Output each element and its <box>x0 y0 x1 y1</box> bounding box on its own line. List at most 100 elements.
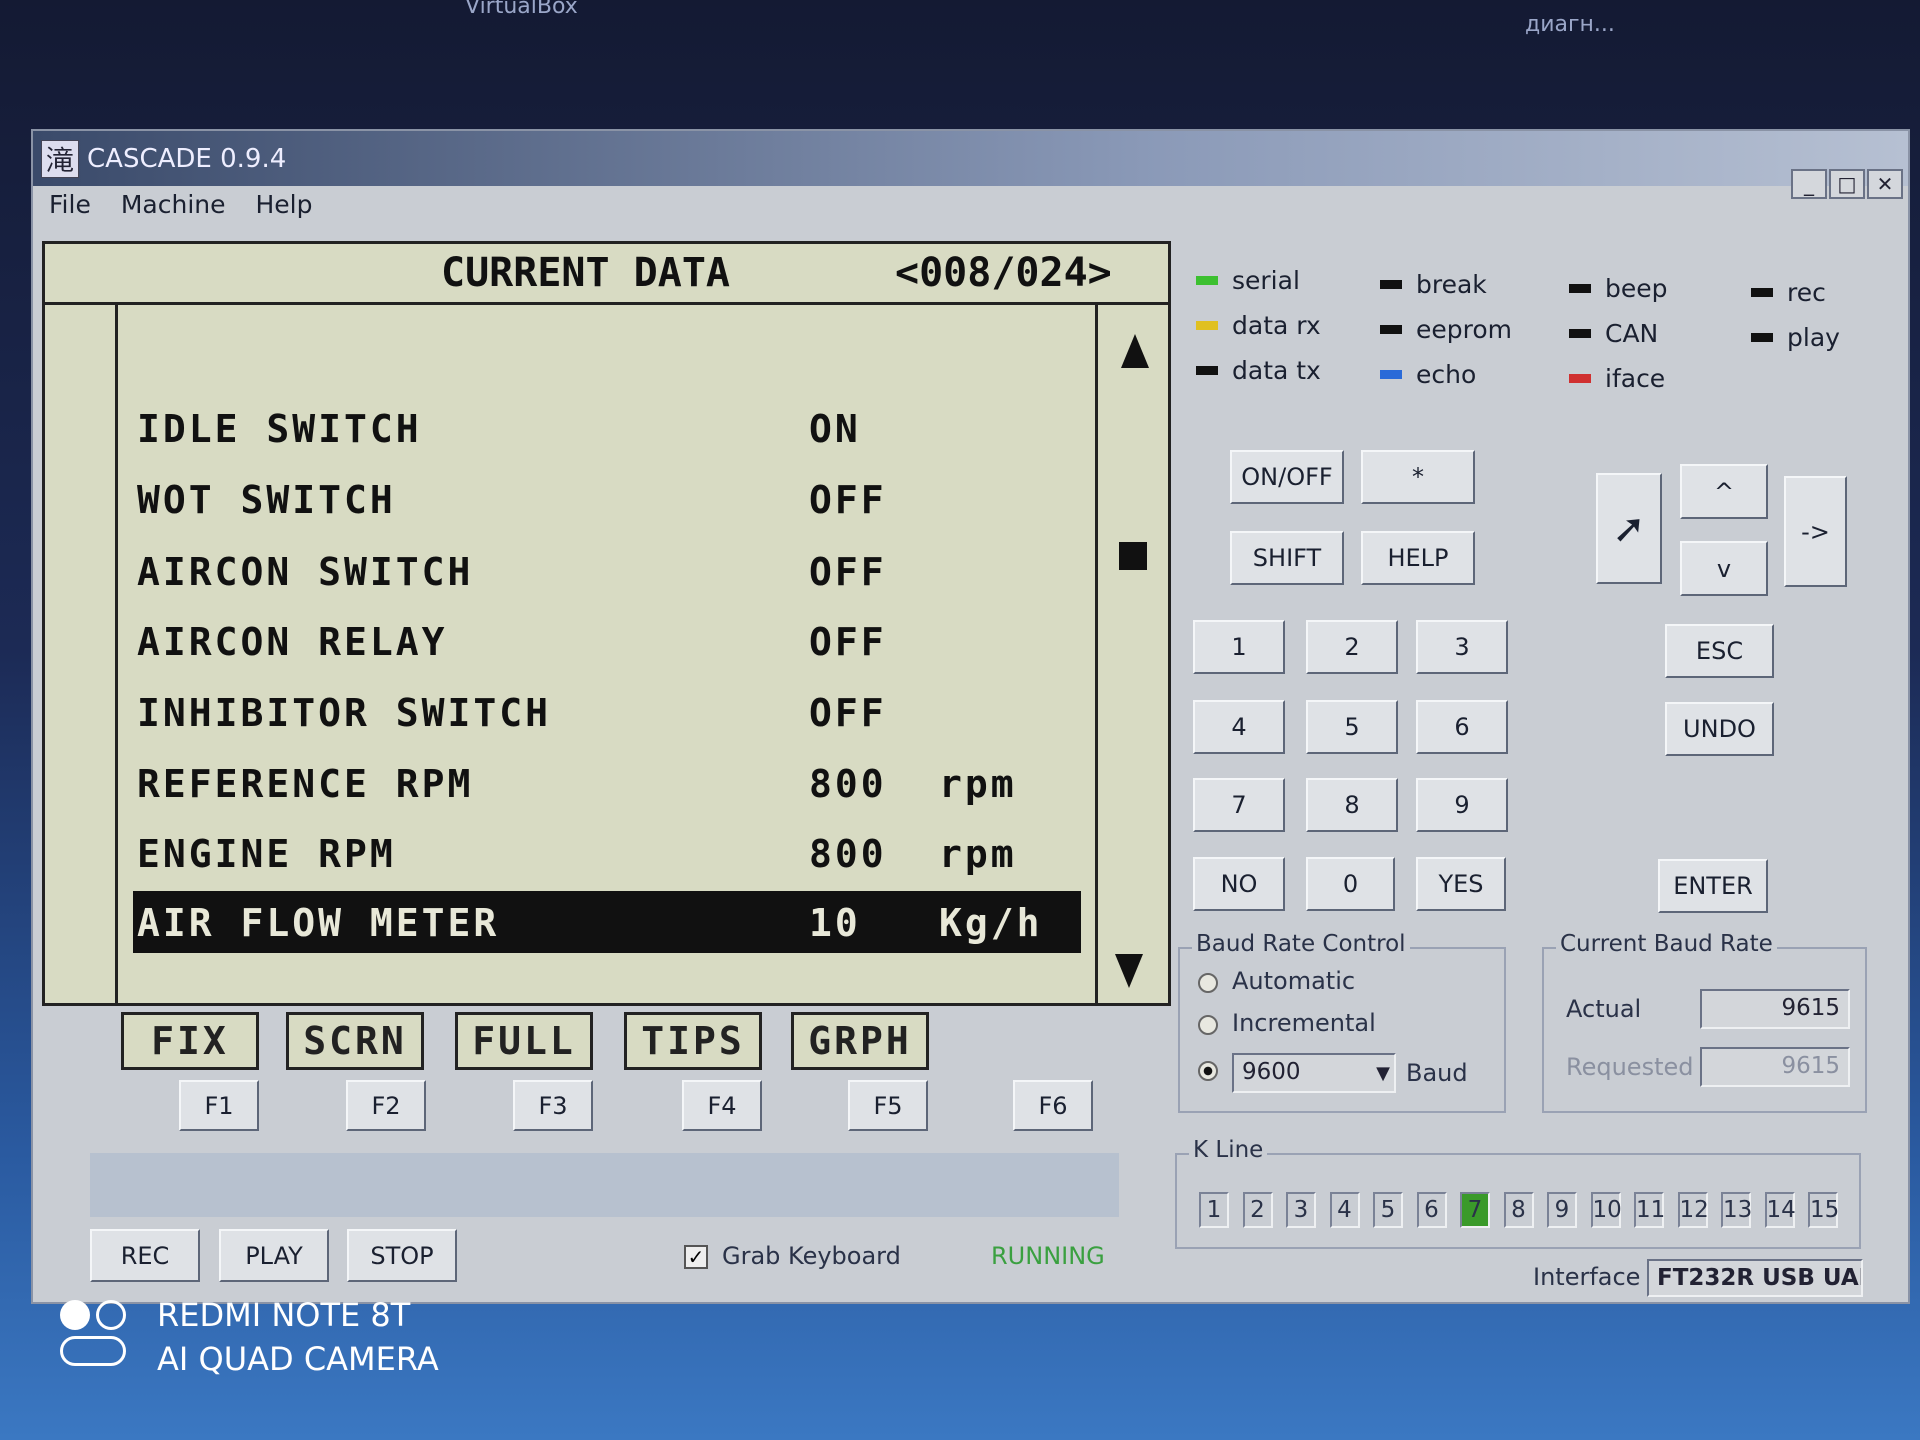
row-value: ON <box>809 407 861 451</box>
digit-4-button[interactable]: 4 <box>1193 700 1285 754</box>
automatic-radio[interactable] <box>1198 973 1218 993</box>
esc-button[interactable]: ESC <box>1665 624 1774 678</box>
yes-button[interactable]: YES <box>1416 857 1506 911</box>
legend-break: break <box>1380 270 1487 299</box>
message-bar <box>90 1153 1119 1217</box>
incremental-radio[interactable] <box>1198 1015 1218 1035</box>
legend-label: beep <box>1605 274 1668 303</box>
legend-data-tx: data tx <box>1196 356 1321 385</box>
group-title: Current Baud Rate <box>1556 931 1777 957</box>
scrollbar-track[interactable] <box>1095 305 1098 1005</box>
k-line-13[interactable]: 13 <box>1721 1192 1752 1228</box>
k-line-9[interactable]: 9 <box>1547 1192 1577 1228</box>
star-button[interactable]: * <box>1361 450 1475 504</box>
digit-8-button[interactable]: 8 <box>1306 778 1398 832</box>
enter-button[interactable]: ENTER <box>1658 859 1768 913</box>
fkey-f5[interactable]: F5 <box>848 1080 928 1131</box>
digit-2-button[interactable]: 2 <box>1306 620 1398 674</box>
k-line-11[interactable]: 11 <box>1634 1192 1665 1228</box>
k-line-15[interactable]: 15 <box>1808 1192 1839 1228</box>
title-bar: 滝 CASCADE 0.9.4 <box>33 131 1908 186</box>
play-button[interactable]: PLAY <box>219 1229 329 1282</box>
fkey-f4[interactable]: F4 <box>682 1080 762 1131</box>
data-row[interactable]: ENGINE RPM 800 rpm <box>133 822 1081 884</box>
indicator-led-icon <box>1196 366 1218 375</box>
grab-keyboard-checkbox[interactable]: ✓ <box>684 1245 708 1269</box>
k-line-3[interactable]: 3 <box>1286 1192 1316 1228</box>
k-line-5[interactable]: 5 <box>1373 1192 1403 1228</box>
lcd-display: CURRENT DATA <008/024> IDLE SWITCH ON WOT … <box>42 241 1171 1006</box>
chevron-down-icon[interactable]: ▼ <box>1376 1057 1390 1091</box>
data-row[interactable]: AIRCON SWITCH OFF <box>133 540 1081 602</box>
k-line-7[interactable]: 7 <box>1460 1192 1490 1228</box>
scroll-down-icon[interactable] <box>1115 954 1143 988</box>
actual-label: Actual <box>1566 995 1642 1023</box>
legend-label: data tx <box>1232 356 1321 385</box>
group-title: Baud Rate Control <box>1192 931 1410 957</box>
softkey-grph[interactable]: GRPH <box>791 1012 929 1070</box>
stop-button[interactable]: STOP <box>347 1229 457 1282</box>
data-row[interactable]: INHIBITOR SWITCH OFF <box>133 681 1081 743</box>
menu-help[interactable]: Help <box>256 190 313 219</box>
indicator-led-icon <box>1380 370 1402 379</box>
lcd-header: CURRENT DATA <008/024> <box>45 244 1168 305</box>
data-row[interactable]: REFERENCE RPM 800 rpm <box>133 752 1081 814</box>
fkey-f3[interactable]: F3 <box>513 1080 593 1131</box>
rec-button[interactable]: REC <box>90 1229 200 1282</box>
cursor-button[interactable]: ➚ <box>1596 473 1662 584</box>
scroll-up-icon[interactable] <box>1121 334 1149 368</box>
right-button[interactable]: -> <box>1784 476 1847 587</box>
digit-1-button[interactable]: 1 <box>1193 620 1285 674</box>
digit-6-button[interactable]: 6 <box>1416 700 1508 754</box>
softkey-fix[interactable]: FIX <box>121 1012 259 1070</box>
legend-label: play <box>1787 323 1840 352</box>
onoff-button[interactable]: ON/OFF <box>1230 450 1344 504</box>
scroll-thumb[interactable] <box>1119 542 1147 570</box>
fkey-f6[interactable]: F6 <box>1013 1080 1093 1131</box>
k-line-14[interactable]: 14 <box>1764 1192 1796 1228</box>
watermark-line1: REDMI NOTE 8T <box>157 1296 411 1334</box>
up-button[interactable]: ^ <box>1680 464 1768 519</box>
fkey-f2[interactable]: F2 <box>346 1080 426 1131</box>
data-row[interactable]: WOT SWITCH OFF <box>133 468 1081 530</box>
row-label: AIRCON RELAY <box>137 620 448 664</box>
automatic-label: Automatic <box>1232 967 1356 995</box>
digit-9-button[interactable]: 9 <box>1416 778 1508 832</box>
digit-7-button[interactable]: 7 <box>1193 778 1285 832</box>
interface-label: Interface <box>1533 1263 1641 1291</box>
row-value: OFF <box>809 550 887 594</box>
baud-select[interactable]: 9600 ▼ <box>1232 1053 1396 1093</box>
fkey-f1[interactable]: F1 <box>179 1080 259 1131</box>
row-value: OFF <box>809 620 887 664</box>
down-button[interactable]: v <box>1680 541 1768 596</box>
digit-5-button[interactable]: 5 <box>1306 700 1398 754</box>
zero-button[interactable]: 0 <box>1306 857 1395 911</box>
indicator-led-icon <box>1569 284 1591 293</box>
desktop-icon-label[interactable]: диагн... <box>1525 12 1615 37</box>
k-line-2[interactable]: 2 <box>1242 1192 1273 1228</box>
data-row[interactable]: AIR FLOW METER 10 Kg/h <box>133 891 1081 953</box>
softkey-tips[interactable]: TIPS <box>624 1012 762 1070</box>
k-line-4[interactable]: 4 <box>1329 1192 1360 1228</box>
k-line-12[interactable]: 12 <box>1677 1192 1709 1228</box>
desktop-icon-label[interactable]: VirtualBox <box>465 0 578 19</box>
menu-file[interactable]: File <box>49 190 91 219</box>
k-line-10[interactable]: 10 <box>1590 1192 1622 1228</box>
k-line-6[interactable]: 6 <box>1416 1192 1447 1228</box>
menu-machine[interactable]: Machine <box>121 190 226 219</box>
legend-label: eeprom <box>1416 315 1513 344</box>
shift-button[interactable]: SHIFT <box>1230 531 1344 585</box>
data-row[interactable]: AIRCON RELAY OFF <box>133 610 1081 672</box>
digit-3-button[interactable]: 3 <box>1416 620 1508 674</box>
undo-button[interactable]: UNDO <box>1665 702 1774 756</box>
softkey-scrn[interactable]: SCRN <box>286 1012 424 1070</box>
no-button[interactable]: NO <box>1193 857 1285 911</box>
help-button[interactable]: HELP <box>1361 531 1475 585</box>
manual-baud-radio[interactable] <box>1198 1061 1218 1081</box>
k-line-1[interactable]: 1 <box>1199 1192 1229 1228</box>
data-row[interactable]: IDLE SWITCH ON <box>133 397 1081 459</box>
legend-CAN: CAN <box>1569 319 1658 348</box>
legend-label: CAN <box>1605 319 1659 348</box>
k-line-8[interactable]: 8 <box>1503 1192 1534 1228</box>
softkey-full[interactable]: FULL <box>455 1012 593 1070</box>
